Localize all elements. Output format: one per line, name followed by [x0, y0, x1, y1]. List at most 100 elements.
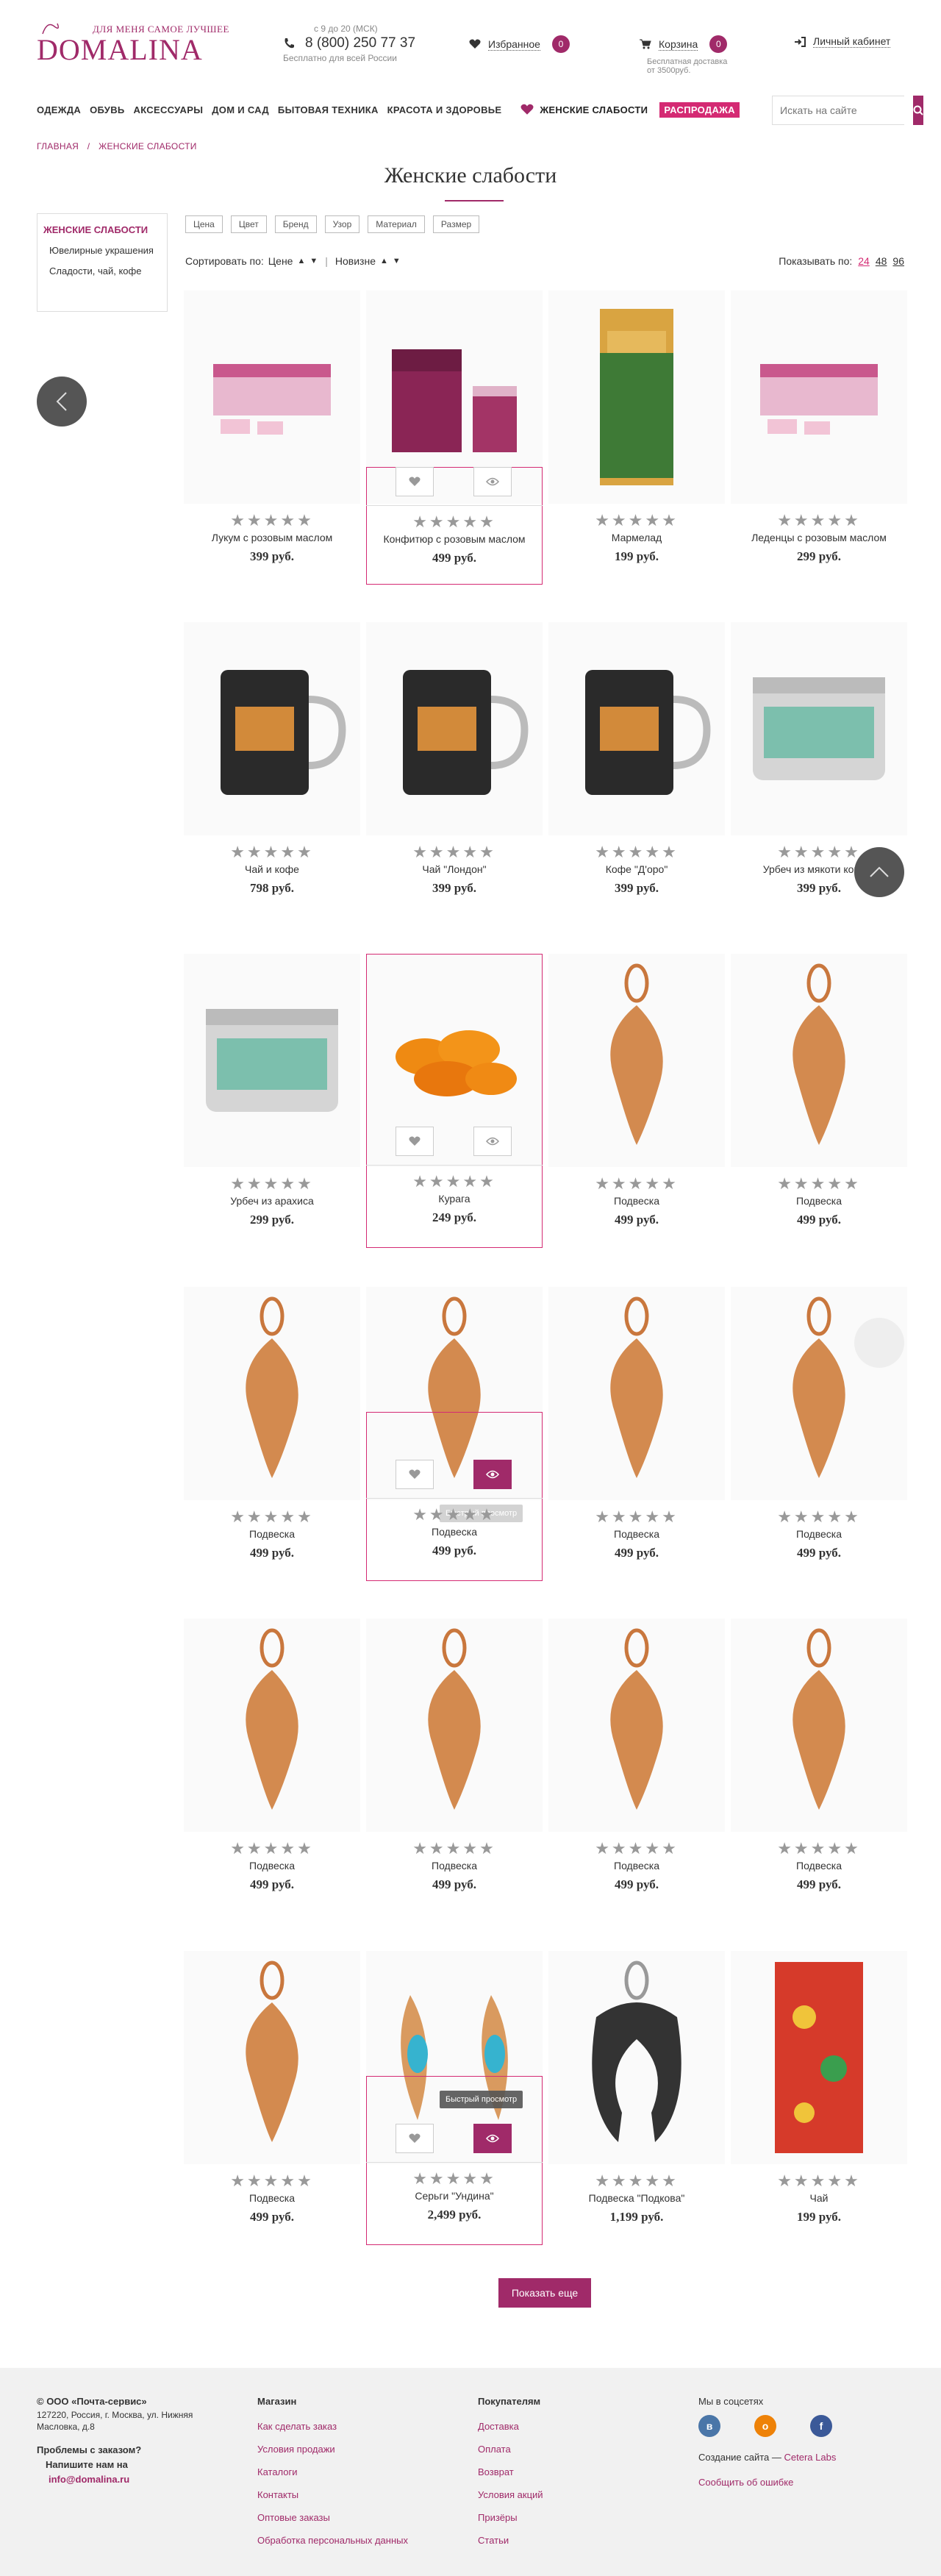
- nav-item-sale[interactable]: РАСПРОДАЖА: [659, 101, 740, 118]
- product-card[interactable]: ★★★★★ Подвеска 499 руб.: [181, 1287, 363, 1596]
- rating-stars[interactable]: ★★★★★: [545, 2172, 728, 2191]
- footer-link-payment[interactable]: Оплата: [478, 2442, 654, 2457]
- product-name[interactable]: Мармелад: [545, 532, 728, 543]
- scroll-ghost-button[interactable]: [854, 1318, 904, 1368]
- product-card[interactable]: ★★★★★ Лукум с розовым маслом 399 руб.: [181, 290, 363, 599]
- sort-by-new[interactable]: Новизне: [335, 255, 376, 267]
- rating-stars[interactable]: ★★★★★: [181, 843, 363, 862]
- rating-stars[interactable]: ★★★★★: [363, 513, 545, 532]
- product-name[interactable]: Кофе "Д'оро": [545, 863, 728, 875]
- product-image[interactable]: [184, 290, 360, 504]
- sort-up-icon[interactable]: ▲: [297, 257, 305, 265]
- product-card[interactable]: ★★★★★ Подвеска 499 руб.: [545, 1619, 728, 1927]
- rating-stars[interactable]: ★★★★★: [181, 511, 363, 530]
- filter-brand[interactable]: Бренд: [274, 215, 317, 233]
- nav-item-accessories[interactable]: АКСЕССУАРЫ: [134, 104, 204, 115]
- quick-view-button[interactable]: [473, 1460, 512, 1489]
- sidebar-item-jewelry[interactable]: Ювелирные украшения: [43, 245, 161, 257]
- odnoklassniki-icon[interactable]: о: [754, 2415, 776, 2437]
- product-name[interactable]: Подвеска: [545, 1195, 728, 1207]
- product-image[interactable]: [731, 290, 907, 504]
- product-name[interactable]: Подвеска: [728, 1528, 910, 1540]
- logo[interactable]: ДЛЯ МЕНЯ САМОЕ ЛУЧШЕЕ DOMALINA: [37, 19, 250, 68]
- rating-stars[interactable]: ★★★★★: [545, 1174, 728, 1194]
- product-card[interactable]: ★★★★★ Леденцы с розовым маслом 299 руб.: [728, 290, 910, 599]
- filter-material[interactable]: Материал: [368, 215, 425, 233]
- rating-stars[interactable]: ★★★★★: [363, 1505, 545, 1524]
- product-name[interactable]: Чай "Лондон": [363, 863, 545, 875]
- product-card[interactable]: ★★★★★ Мармелад 199 руб.: [545, 290, 728, 599]
- carousel-prev-button[interactable]: [37, 377, 87, 427]
- product-card[interactable]: ★★★★★ Подвеска 499 руб.: [545, 954, 728, 1263]
- product-card[interactable]: ★★★★★ Курага 249 руб.: [363, 954, 545, 1263]
- product-image[interactable]: [184, 1287, 360, 1500]
- product-card[interactable]: ★★★★★ Подвеска 499 руб.: [545, 1287, 728, 1596]
- product-card[interactable]: ★★★★★ Чай "Лондон" 399 руб.: [363, 622, 545, 931]
- product-image[interactable]: [366, 622, 543, 835]
- favorites-link[interactable]: Избранное 0: [469, 35, 570, 53]
- show-more-button[interactable]: Показать еще: [498, 2278, 591, 2308]
- rating-stars[interactable]: ★★★★★: [363, 2169, 545, 2188]
- footer-link-delivery[interactable]: Доставка: [478, 2419, 654, 2434]
- rating-stars[interactable]: ★★★★★: [363, 1172, 545, 1191]
- rating-stars[interactable]: ★★★★★: [181, 1174, 363, 1194]
- product-name[interactable]: Подвеска: [728, 1860, 910, 1872]
- cetera-labs-link[interactable]: Cetera Labs: [784, 2452, 837, 2463]
- footer-link-promo-terms[interactable]: Условия акций: [478, 2488, 654, 2502]
- per-page-48[interactable]: 48: [876, 255, 887, 267]
- nav-item-beauty[interactable]: КРАСОТА И ЗДОРОВЬЕ: [387, 104, 502, 115]
- product-card[interactable]: ★★★★★ Конфитюр с розовым маслом 499 руб.: [363, 290, 545, 599]
- nav-item-shoes[interactable]: ОБУВЬ: [90, 104, 124, 115]
- product-name[interactable]: Конфитюр с розовым маслом: [363, 533, 545, 545]
- rating-stars[interactable]: ★★★★★: [545, 511, 728, 530]
- rating-stars[interactable]: ★★★★★: [728, 2172, 910, 2191]
- sort-up-icon[interactable]: ▲: [380, 257, 388, 265]
- product-image[interactable]: [184, 622, 360, 835]
- product-name[interactable]: Подвеска: [363, 1526, 545, 1538]
- rating-stars[interactable]: ★★★★★: [545, 1508, 728, 1527]
- per-page-96[interactable]: 96: [892, 255, 904, 267]
- product-name[interactable]: Серьги "Ундина": [363, 2190, 545, 2202]
- product-card[interactable]: ★★★★★ Подвеска "Подкова" 1,199 руб.: [545, 1951, 728, 2260]
- product-card[interactable]: ★★★★★ Подвеска 499 руб.: [728, 1619, 910, 1927]
- sort-by-price[interactable]: Цене: [268, 255, 293, 267]
- product-card[interactable]: ★★★★★ Чай 199 руб.: [728, 1951, 910, 2260]
- product-card[interactable]: ★★★★★ Чай и кофе 798 руб.: [181, 622, 363, 931]
- product-image[interactable]: [731, 622, 907, 835]
- scroll-to-top-button[interactable]: [854, 847, 904, 897]
- rating-stars[interactable]: ★★★★★: [363, 1839, 545, 1858]
- footer-link-winners[interactable]: Призёры: [478, 2511, 654, 2525]
- rating-stars[interactable]: ★★★★★: [181, 2172, 363, 2191]
- rating-stars[interactable]: ★★★★★: [181, 1839, 363, 1858]
- product-name[interactable]: Подвеска: [545, 1528, 728, 1540]
- product-name[interactable]: Леденцы с розовым маслом: [728, 532, 910, 543]
- report-error-link[interactable]: Сообщить об ошибке: [698, 2475, 904, 2490]
- phone-number[interactable]: 8 (800) 250 77 37: [305, 35, 415, 51]
- product-image[interactable]: [731, 954, 907, 1167]
- product-card[interactable]: Быстрый просмотр ★★★★★ Подвеска 499 руб.: [363, 1287, 545, 1596]
- product-card[interactable]: ★★★★★ Подвеска 499 руб.: [181, 1951, 363, 2260]
- sort-down-icon[interactable]: ▼: [310, 257, 318, 265]
- quick-view-button[interactable]: [473, 1127, 512, 1156]
- product-image[interactable]: [366, 1619, 543, 1832]
- quick-view-button[interactable]: [473, 467, 512, 496]
- product-image[interactable]: [548, 622, 725, 835]
- product-card[interactable]: ★★★★★ Подвеска 499 руб.: [728, 954, 910, 1263]
- add-to-favorites-button[interactable]: [396, 1460, 434, 1489]
- footer-link-contacts[interactable]: Контакты: [257, 2488, 448, 2502]
- nav-item-home-garden[interactable]: ДОМ И САД: [212, 104, 269, 115]
- product-name[interactable]: Подвеска "Подкова": [545, 2192, 728, 2204]
- product-image[interactable]: [184, 1951, 360, 2164]
- nav-item-women[interactable]: ЖЕНСКИЕ СЛАБОСТИ: [520, 104, 648, 115]
- product-image[interactable]: [184, 954, 360, 1167]
- sidebar-item-women[interactable]: ЖЕНСКИЕ СЛАБОСТИ: [43, 224, 161, 236]
- product-name[interactable]: Подвеска: [363, 1860, 545, 1872]
- product-image[interactable]: [548, 290, 725, 504]
- footer-link-privacy[interactable]: Обработка персональных данных: [257, 2533, 448, 2548]
- rating-stars[interactable]: ★★★★★: [728, 1839, 910, 1858]
- product-card[interactable]: ★★★★★ Кофе "Д'оро" 399 руб.: [545, 622, 728, 931]
- facebook-icon[interactable]: f: [810, 2415, 832, 2437]
- product-image[interactable]: [548, 954, 725, 1167]
- add-to-favorites-button[interactable]: [396, 2124, 434, 2153]
- product-card[interactable]: ★★★★★ Урбеч из арахиса 299 руб.: [181, 954, 363, 1263]
